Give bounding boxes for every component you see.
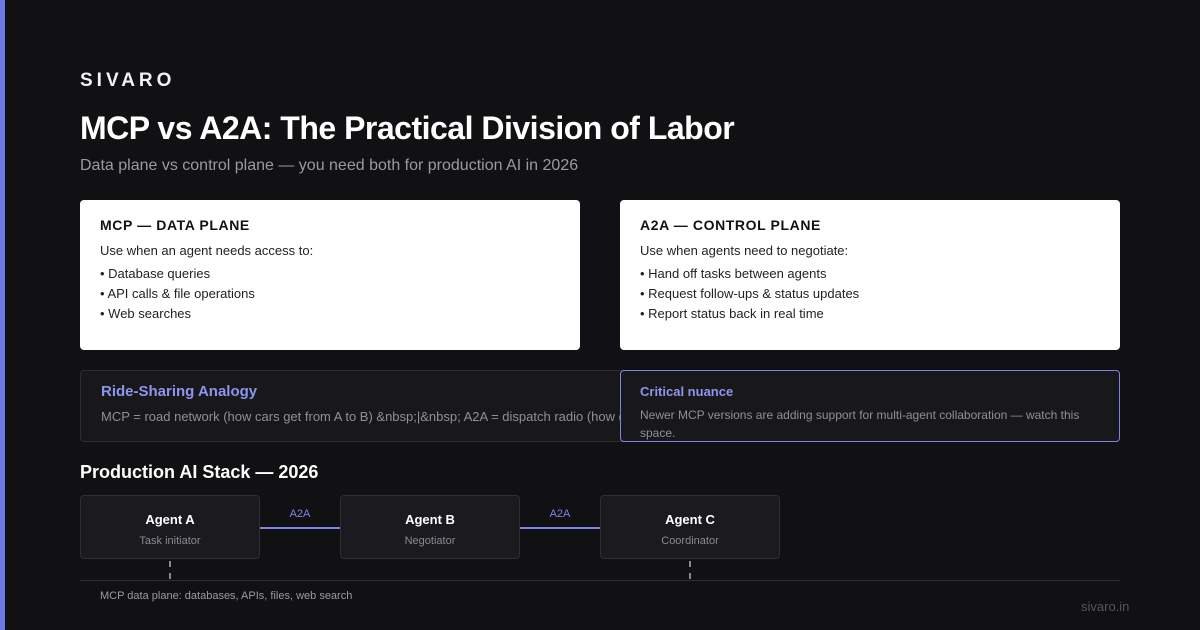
a2a-card: A2A — CONTROL PLANE Use when agents need…: [620, 200, 1120, 350]
connector-label: A2A: [549, 508, 571, 520]
mcp-card-title: MCP — DATA PLANE: [100, 217, 250, 233]
list-item: Request follow-ups & status updates: [640, 284, 1100, 304]
list-item: Web searches: [100, 304, 560, 324]
mcp-card: MCP — DATA PLANE Use when an agent needs…: [80, 200, 580, 350]
mcp-dashed-link: [689, 561, 691, 579]
footer-url: sivaro.in: [1081, 599, 1130, 614]
data-plane-label: MCP data plane: databases, APIs, files, …: [100, 590, 353, 602]
nuance-callout: Critical nuance Newer MCP versions are a…: [620, 370, 1120, 442]
connector-label: A2A: [289, 508, 311, 520]
page-title: MCP vs A2A: The Practical Division of La…: [80, 110, 735, 146]
a2a-card-intro: Use when agents need to negotiate:: [640, 243, 849, 258]
list-item: Database queries: [100, 264, 560, 284]
a2a-card-title: A2A — CONTROL PLANE: [640, 217, 821, 233]
agent-role: Task initiator: [139, 535, 201, 547]
agent-name: Agent B: [405, 512, 455, 527]
agent-c-node: Agent C Coordinator: [600, 495, 780, 559]
brand-logo: SIVARO: [80, 70, 176, 91]
list-item: API calls & file operations: [100, 284, 560, 304]
data-plane-divider: [80, 580, 1120, 581]
mcp-dashed-link: [169, 561, 171, 579]
agent-role: Coordinator: [661, 535, 719, 547]
agent-role: Negotiator: [404, 535, 456, 547]
stack-title: Production AI Stack — 2026: [80, 462, 319, 482]
list-item: Hand off tasks between agents: [640, 264, 1100, 284]
agent-a-node: Agent A Task initiator: [80, 495, 260, 559]
a2a-card-list: Hand off tasks between agents Request fo…: [640, 264, 1100, 324]
list-item: Report status back in real time: [640, 304, 1100, 324]
agent-b-node: Agent B Negotiator: [340, 495, 520, 559]
analogy-title: Ride-Sharing Analogy: [101, 383, 258, 400]
nuance-title: Critical nuance: [640, 384, 734, 399]
nuance-text: Newer MCP versions are adding support fo…: [640, 408, 1080, 440]
a2a-connector: [520, 527, 600, 529]
mcp-card-intro: Use when an agent needs access to:: [100, 243, 314, 258]
agent-name: Agent A: [145, 512, 195, 527]
page-subtitle: Data plane vs control plane — you need b…: [80, 157, 579, 174]
accent-bar: [0, 0, 5, 630]
a2a-connector: [260, 527, 340, 529]
agent-name: Agent C: [665, 512, 715, 527]
mcp-card-list: Database queries API calls & file operat…: [100, 264, 560, 324]
